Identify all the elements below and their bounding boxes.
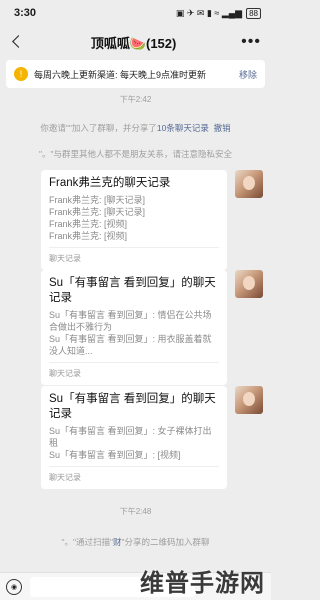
- card-line: Su「有事留言 看到回复」: [视频]: [49, 450, 181, 460]
- card-title: Su「有事留言 看到回复」的聊天记录: [49, 277, 216, 304]
- card-line: Frank弗兰克: [聊天记录]: [49, 207, 146, 217]
- status-icons: ▣ ✈ ✉ ▮ ≈ ▂▄▆ 88: [175, 7, 261, 19]
- sharer-name-link[interactable]: 财: [113, 537, 122, 547]
- card-title: Su「有事留言 看到回复」的聊天记录: [49, 393, 216, 420]
- card-footer: 聊天记录: [49, 247, 219, 270]
- status-time: 3:30: [14, 7, 37, 19]
- sys-invite-prefix: 你邀请": [40, 123, 69, 133]
- card-line: Su「有事留言 看到回复」: 用衣服盖着就没人知道...: [49, 334, 212, 356]
- notice-remove-button[interactable]: 移除: [239, 68, 257, 81]
- watermark: 维普手游网: [140, 569, 265, 597]
- chat-header: 顶呱呱🍉(152) •••: [0, 26, 271, 58]
- sys-join-prefix: "。"通过扫描": [61, 537, 113, 547]
- message-row: Su「有事留言 看到回复」的聊天记录 Su「有事留言 看到回复」: 女子裸体打出…: [0, 386, 271, 489]
- avatar[interactable]: [235, 386, 263, 414]
- card-line: Frank弗兰克: [聊天记录]: [49, 195, 146, 205]
- system-message-join: "。"通过扫描"财"分享的二维码加入群聊: [0, 536, 271, 548]
- back-arrow-icon[interactable]: [10, 34, 26, 50]
- message-row: Frank弗兰克的聊天记录 Frank弗兰克: [聊天记录] Frank弗兰克:…: [0, 170, 271, 270]
- sys-invite-middle: "加入了群聊，并分享了: [68, 123, 157, 133]
- status-bar: 3:30 ▣ ✈ ✉ ▮ ≈ ▂▄▆ 88: [0, 0, 271, 26]
- timestamp: 下午2:48: [119, 507, 152, 516]
- voice-icon[interactable]: ◉: [6, 578, 22, 595]
- card-line: Su「有事留言 看到回复」: 女子裸体打出租: [49, 426, 212, 448]
- card-line: Su「有事留言 看到回复」: 情侣在公共场合做出不雅行为: [49, 310, 212, 332]
- more-options-icon[interactable]: •••: [241, 34, 261, 50]
- chat-record-card[interactable]: Su「有事留言 看到回复」的聊天记录 Su「有事留言 看到回复」: 情侣在公共场…: [41, 270, 227, 385]
- system-message-privacy: "。"与群里其他人都不是朋友关系，请注意隐私安全: [38, 149, 233, 159]
- chat-title: 顶呱呱🍉(152): [90, 35, 177, 51]
- avatar[interactable]: [235, 170, 263, 198]
- message-row: Su「有事留言 看到回复」的聊天记录 Su「有事留言 看到回复」: 情侣在公共场…: [0, 270, 271, 385]
- card-footer: 聊天记录: [49, 362, 219, 385]
- card-line: Frank弗兰克: [视频]: [49, 231, 128, 241]
- chat-record-card[interactable]: Su「有事留言 看到回复」的聊天记录 Su「有事留言 看到回复」: 女子裸体打出…: [41, 386, 227, 489]
- sys-join-suffix: "分享的二维码加入群聊: [121, 537, 210, 547]
- avatar[interactable]: [235, 270, 263, 298]
- battery-icon: 88: [246, 7, 261, 19]
- notice-icon: !: [14, 67, 28, 81]
- timestamp: 下午2:42: [119, 95, 152, 104]
- chat-record-card[interactable]: Frank弗兰克的聊天记录 Frank弗兰克: [聊天记录] Frank弗兰克:…: [41, 170, 227, 270]
- status-indicator-icons: ▣ ✈ ✉ ▮ ≈ ▂▄▆: [175, 7, 243, 18]
- shared-records-link[interactable]: 10条聊天记录: [157, 123, 209, 133]
- card-line: Frank弗兰克: [视频]: [49, 219, 128, 229]
- card-title: Frank弗兰克的聊天记录: [49, 177, 171, 189]
- notice-text: 每周六晚上更新渠道: 每天晚上9点准时更新: [34, 69, 207, 80]
- pinned-notice[interactable]: ! 每周六晚上更新渠道: 每天晚上9点准时更新 移除: [6, 60, 265, 88]
- card-footer: 聊天记录: [49, 466, 219, 489]
- revoke-link[interactable]: 撤销: [214, 123, 231, 133]
- system-message-invite: 你邀请""加入了群聊，并分享了10条聊天记录 撤销: [0, 122, 271, 134]
